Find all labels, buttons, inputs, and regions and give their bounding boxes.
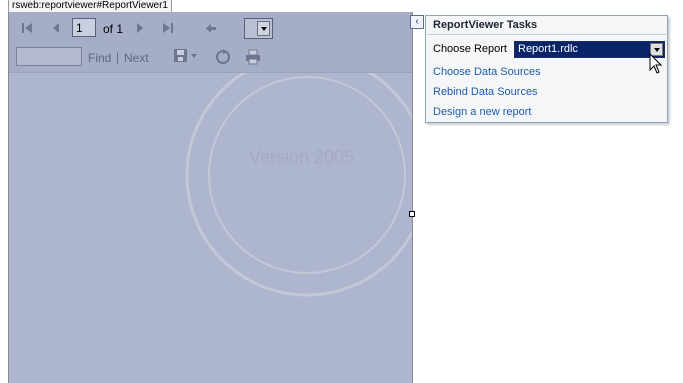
report-select[interactable]: Report1.rdlc <box>514 41 665 58</box>
export-icon[interactable] <box>173 48 199 64</box>
first-page-icon[interactable] <box>21 22 35 34</box>
next-page-icon[interactable] <box>135 22 145 34</box>
print-icon[interactable] <box>245 49 261 65</box>
report-select-value: Report1.rdlc <box>518 43 578 55</box>
next-link[interactable]: Next <box>124 51 149 65</box>
report-toolbar: of 1 Find | Next <box>9 12 412 73</box>
report-viewer-surface[interactable]: Version 2005 of 1 Find | Next <box>8 12 413 383</box>
zoom-select[interactable] <box>244 18 273 39</box>
tasks-panel: ReportViewer Tasks Choose Report Report1… <box>425 15 668 123</box>
choose-data-sources-link[interactable]: Choose Data Sources <box>433 66 541 78</box>
find-text-input[interactable] <box>16 47 82 66</box>
last-page-icon[interactable] <box>161 22 175 34</box>
page-count-label: of 1 <box>103 22 124 36</box>
resize-handle[interactable] <box>409 211 415 217</box>
watermark-text: Version 2005 <box>249 147 354 167</box>
choose-report-label: Choose Report <box>433 43 507 55</box>
back-icon[interactable] <box>205 23 217 34</box>
find-separator: | <box>116 50 120 64</box>
chevron-down-icon <box>257 21 270 36</box>
smart-tag-collapse-icon[interactable]: ‹ <box>410 15 424 29</box>
find-link[interactable]: Find <box>88 51 111 65</box>
divider <box>427 34 666 35</box>
mouse-cursor-icon <box>649 53 663 74</box>
previous-page-icon[interactable] <box>51 22 61 34</box>
watermark-icon: Version 2005 <box>185 53 412 297</box>
tasks-panel-title: ReportViewer Tasks <box>433 19 538 31</box>
design-new-report-link[interactable]: Design a new report <box>433 106 531 118</box>
watermark-line: Version 2005 <box>249 147 354 167</box>
rebind-data-sources-link[interactable]: Rebind Data Sources <box>433 86 538 98</box>
refresh-icon[interactable] <box>215 49 231 65</box>
page-number-input[interactable] <box>72 18 96 37</box>
